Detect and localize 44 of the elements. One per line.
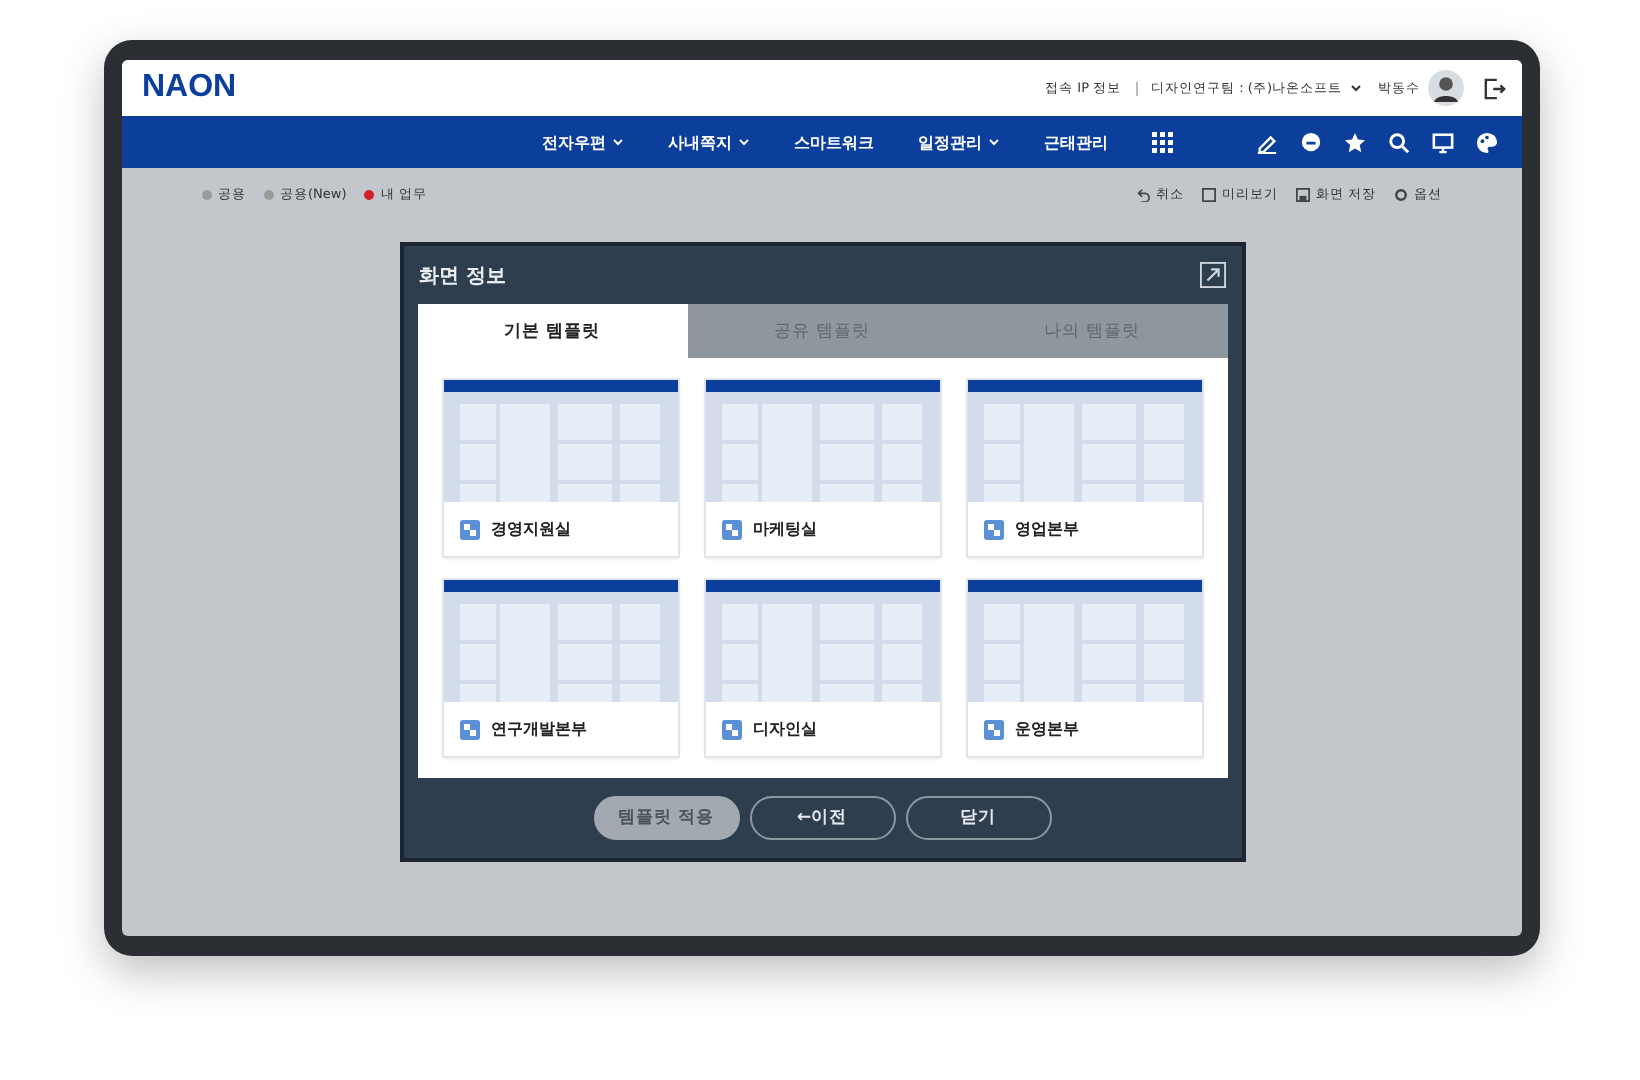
pen-icon[interactable] — [1256, 131, 1278, 153]
template-card[interactable]: 경영지원실 — [443, 380, 677, 556]
search-icon[interactable] — [1388, 131, 1410, 153]
template-name: 운영본부 — [1015, 718, 1079, 740]
caret-icon — [738, 136, 750, 148]
nav-menu-item[interactable]: 사내쪽지 — [668, 131, 750, 153]
template-name: 디자인실 — [753, 718, 817, 740]
template-icon — [721, 719, 741, 739]
caret-icon — [988, 136, 1000, 148]
logo[interactable]: NAON — [142, 70, 237, 106]
avatar-icon[interactable] — [1428, 70, 1464, 106]
template-icon — [459, 719, 479, 739]
logout-icon[interactable] — [1484, 77, 1506, 99]
document-icon[interactable] — [1201, 188, 1216, 202]
template-name: 마케팅실 — [753, 518, 817, 540]
save-icon[interactable] — [1295, 188, 1310, 202]
dialog-title: 화면 정보 — [419, 263, 506, 289]
tab[interactable]: 기본 템플릿 — [417, 304, 687, 358]
expand-icon[interactable] — [1199, 262, 1225, 288]
grid-menu-icon[interactable] — [1152, 131, 1174, 153]
nav-menu-item[interactable]: 스마트워크 — [794, 131, 874, 153]
nav-menu-item[interactable]: 근태관리 — [1044, 131, 1108, 153]
star-icon[interactable] — [1344, 131, 1366, 153]
template-name: 연구개발본부 — [491, 718, 587, 740]
template-icon — [983, 719, 1003, 739]
dialog-button[interactable]: ←이전 — [749, 796, 895, 840]
monitor-icon[interactable] — [1432, 131, 1454, 153]
template-icon — [459, 519, 479, 539]
template-card[interactable]: 디자인실 — [705, 580, 939, 756]
template-icon — [983, 519, 1003, 539]
template-card[interactable]: 운영본부 — [967, 580, 1201, 756]
template-name: 영업본부 — [1015, 518, 1079, 540]
dialog-button[interactable]: 닫기 — [905, 796, 1051, 840]
template-icon — [721, 519, 741, 539]
palette-icon[interactable] — [1476, 131, 1498, 153]
undo-icon[interactable] — [1135, 188, 1150, 202]
template-card[interactable]: 영업본부 — [967, 380, 1201, 556]
nav-menu-item[interactable]: 전자우편 — [542, 131, 624, 153]
caret-icon — [1350, 82, 1362, 94]
template-card[interactable]: 연구개발본부 — [443, 580, 677, 756]
caret-icon — [612, 136, 624, 148]
nav-menu-item[interactable]: 일정관리 — [918, 131, 1000, 153]
template-name: 경영지원실 — [491, 518, 571, 540]
template-card[interactable]: 마케팅실 — [705, 380, 939, 556]
